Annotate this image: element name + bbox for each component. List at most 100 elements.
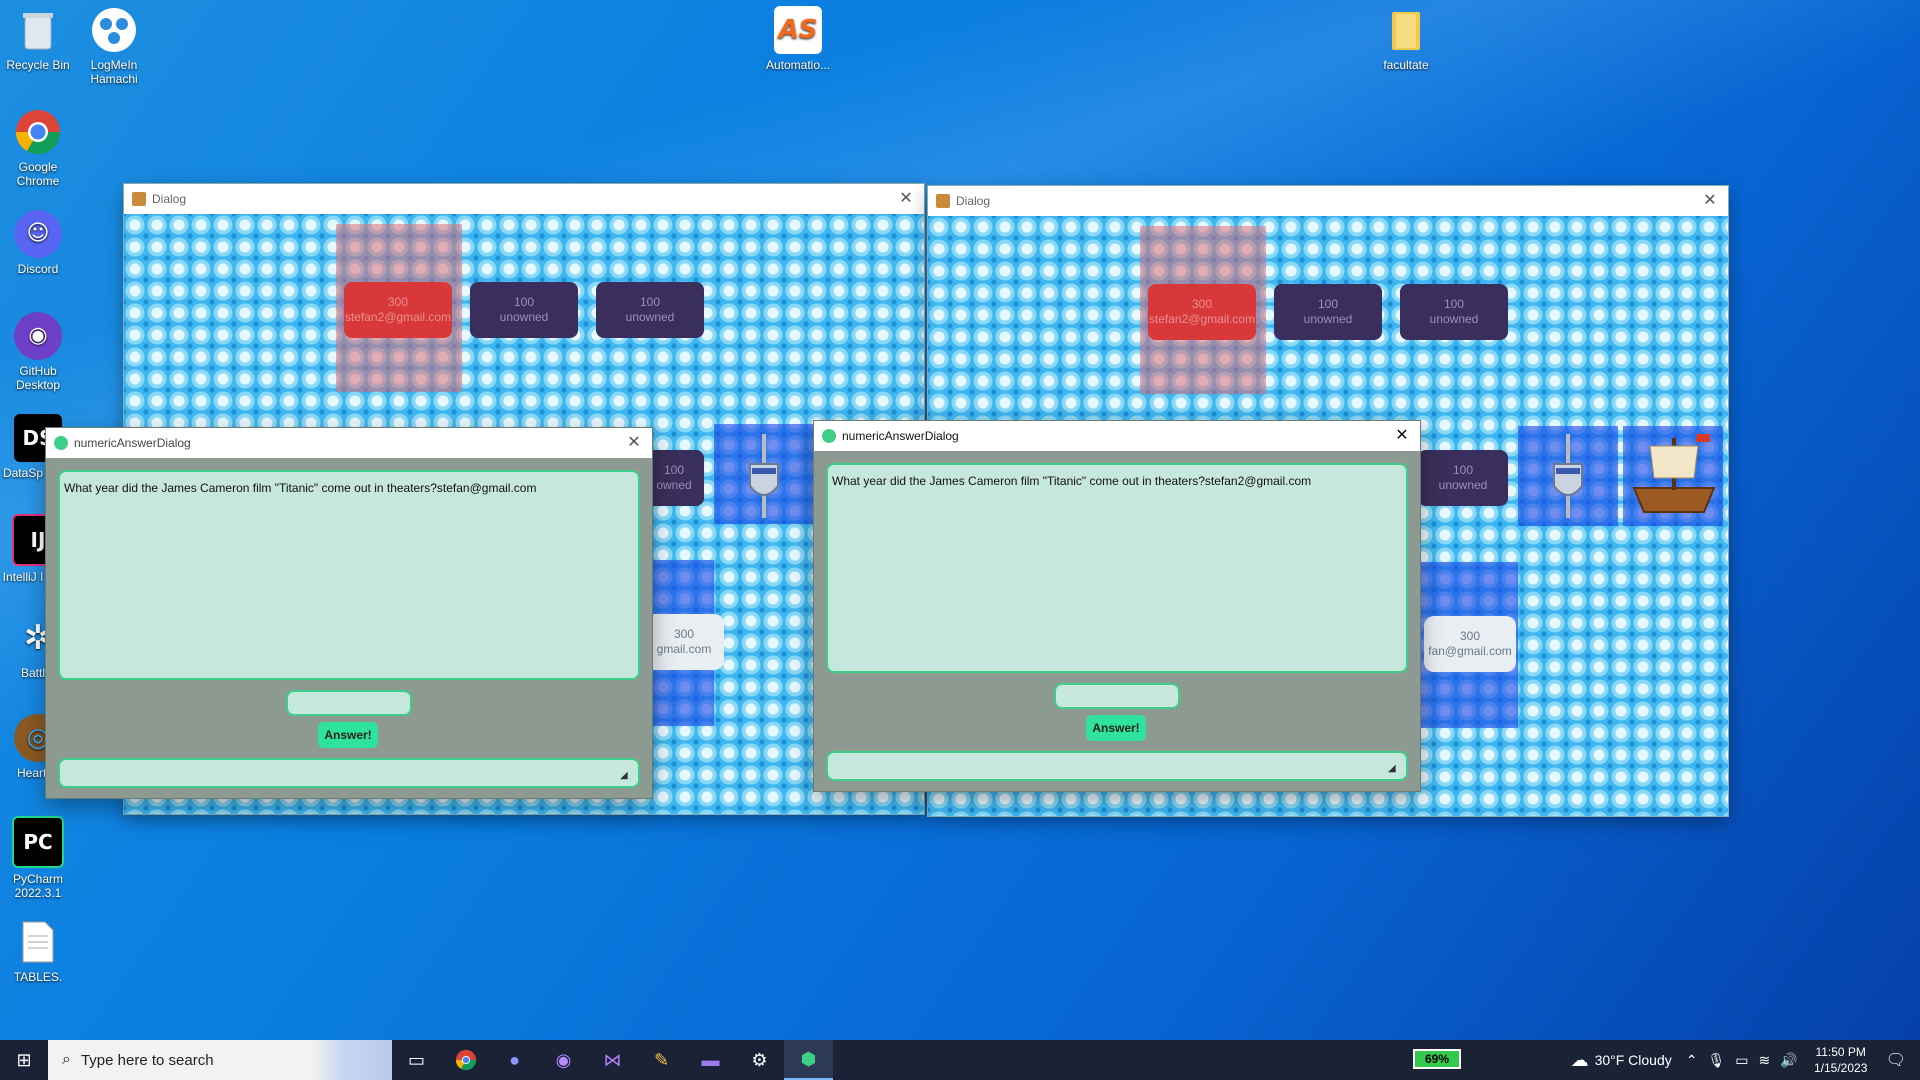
desktop-icon-automation[interactable]: AS Automatio...: [760, 6, 836, 72]
hamachi-icon: [90, 6, 138, 54]
settings-gear-icon[interactable]: ⚙: [735, 1040, 784, 1080]
numeric-answer-dialog-left[interactable]: numericAnswerDialog ✕ What year did the …: [46, 428, 652, 798]
property-tile[interactable]: 300 gmail.com: [644, 614, 724, 670]
ship-icon: [1628, 432, 1720, 522]
chrome-taskbar-icon[interactable]: [441, 1040, 490, 1080]
automation-icon: AS: [774, 6, 822, 54]
desktop-icon-discord[interactable]: ☺ Discord: [0, 210, 76, 276]
ship-app-icon: [936, 194, 950, 208]
property-tile[interactable]: 100 unowned: [1274, 284, 1382, 340]
desktop-icon-logmein-hamachi[interactable]: LogMeIn Hamachi: [76, 6, 152, 86]
clock-date: 1/15/2023: [1813, 1061, 1868, 1075]
windows-start-icon[interactable]: ⊞: [0, 1040, 48, 1080]
tile-owner: unowned: [1303, 312, 1353, 326]
tile-owner: stefan2@gmail.com: [1148, 312, 1256, 326]
dialog-title: numericAnswerDialog: [842, 429, 959, 443]
icon-label: GitHub Desktop: [15, 364, 61, 392]
desktop-icon-github-desktop[interactable]: ◉ GitHub Desktop: [0, 312, 76, 392]
icon-label: TABLES.: [13, 970, 63, 984]
tile-value: 100: [663, 463, 685, 477]
property-tile[interactable]: 300 stefan2@gmail.com: [344, 282, 452, 338]
resize-grip-icon[interactable]: ◢: [1388, 763, 1400, 775]
shield-sword-icon: [1548, 434, 1588, 518]
desktop-icon-google-chrome[interactable]: Google Chrome: [0, 108, 76, 188]
tile-owner: gmail.com: [656, 642, 712, 656]
question-textarea[interactable]: What year did the James Cameron film "Ti…: [58, 470, 640, 680]
tile-owner: fan@gmail.com: [1428, 644, 1512, 658]
bottom-text-field[interactable]: ◢: [826, 751, 1408, 781]
tile-value: 300: [1191, 297, 1213, 311]
chevron-up-icon[interactable]: ⌃: [1686, 1052, 1698, 1069]
recycle-bin-icon: [14, 6, 62, 54]
property-tile[interactable]: 100 unowned: [1418, 450, 1508, 506]
terminal-taskbar-icon[interactable]: ▬: [686, 1040, 735, 1080]
property-tile[interactable]: 100 unowned: [470, 282, 578, 338]
paint-taskbar-icon[interactable]: ✎: [637, 1040, 686, 1080]
close-icon[interactable]: ✕: [1700, 191, 1720, 211]
tile-value: 100: [1443, 297, 1465, 311]
tile-owner: unowned: [1438, 478, 1488, 492]
titlebar[interactable]: numericAnswerDialog ✕: [46, 428, 652, 458]
discord-icon: ☺: [14, 210, 62, 258]
titlebar[interactable]: Dialog ✕: [928, 186, 1728, 216]
close-icon[interactable]: ✕: [1392, 426, 1412, 446]
notification-icon[interactable]: 🗨: [1886, 1050, 1906, 1070]
game-app-taskbar-icon[interactable]: ⬢: [784, 1040, 833, 1080]
property-tile[interactable]: 300 fan@gmail.com: [1424, 616, 1516, 672]
github-taskbar-icon[interactable]: ◉: [539, 1040, 588, 1080]
icon-label: facultate: [1383, 58, 1429, 72]
question-textarea[interactable]: What year did the James Cameron film "Ti…: [826, 463, 1408, 673]
wifi-icon[interactable]: ≋: [1759, 1052, 1771, 1069]
icon-label: Discord: [17, 262, 59, 276]
battery-icon[interactable]: ▭: [1735, 1052, 1748, 1069]
tile-owner: owned: [656, 478, 692, 492]
tile-value: 100: [513, 295, 535, 309]
answer-input[interactable]: [1054, 683, 1180, 709]
system-tray: ☁ 30°F Cloudy ⌃ 🎙 ▭ ≋ 🔊 11:50 PM 1/15/20…: [1571, 1040, 1920, 1080]
tile-owner: unowned: [1429, 312, 1479, 326]
titlebar[interactable]: numericAnswerDialog ✕: [814, 421, 1420, 451]
battery-indicator[interactable]: 69%: [1413, 1049, 1461, 1069]
property-tile[interactable]: 100 unowned: [1400, 284, 1508, 340]
answer-button[interactable]: Answer!: [1086, 715, 1146, 741]
task-view-icon[interactable]: ▭: [392, 1040, 441, 1080]
bottom-text-field[interactable]: ◢: [58, 758, 640, 788]
tile-value: 100: [1317, 297, 1339, 311]
search-highlight-image: [312, 1040, 392, 1080]
desktop-icon-recycle-bin[interactable]: Recycle Bin: [0, 6, 76, 72]
icon-label: PyCharm 2022.3.1: [12, 872, 63, 900]
property-tile[interactable]: 100 owned: [644, 450, 704, 506]
pycharm-icon: PC: [12, 816, 64, 868]
close-icon[interactable]: ✕: [896, 189, 916, 209]
taskbar-search-box[interactable]: ⌕ Type here to search: [48, 1040, 392, 1080]
window-title: Dialog: [152, 192, 187, 206]
numeric-answer-dialog-right[interactable]: numericAnswerDialog ✕ What year did the …: [814, 421, 1420, 791]
tile-owner: stefan2@gmail.com: [344, 310, 452, 324]
desktop-icon-facultate[interactable]: facultate: [1368, 6, 1444, 72]
volume-icon[interactable]: 🔊: [1780, 1052, 1797, 1069]
icon-label: Recycle Bin: [6, 58, 70, 72]
shield-sword-icon: [744, 434, 784, 518]
window-title: Dialog: [956, 194, 991, 208]
visual-studio-taskbar-icon[interactable]: ⋈: [588, 1040, 637, 1080]
resize-grip-icon[interactable]: ◢: [620, 770, 632, 782]
answer-button[interactable]: Answer!: [318, 722, 378, 748]
close-icon[interactable]: ✕: [624, 433, 644, 453]
clock[interactable]: 11:50 PM 1/15/2023: [1806, 1044, 1876, 1076]
desktop-icon-pycharm[interactable]: PC PyCharm 2022.3.1: [0, 816, 76, 900]
weather-text[interactable]: 30°F Cloudy: [1595, 1052, 1672, 1068]
desktop-icon-tables[interactable]: TABLES.: [0, 918, 76, 984]
github-icon: ◉: [14, 312, 62, 360]
app-icon: [54, 436, 68, 450]
answer-input[interactable]: [286, 690, 412, 716]
discord-taskbar-icon[interactable]: ●: [490, 1040, 539, 1080]
clock-time: 11:50 PM: [1815, 1045, 1866, 1059]
microphone-icon[interactable]: 🎙: [1708, 1052, 1726, 1069]
document-icon: [14, 918, 62, 966]
app-icon: [822, 429, 836, 443]
titlebar[interactable]: Dialog ✕: [124, 184, 924, 214]
property-tile[interactable]: 300 stefan2@gmail.com: [1148, 284, 1256, 340]
property-tile[interactable]: 100 unowned: [596, 282, 704, 338]
tile-value: 300: [1459, 629, 1481, 643]
cloud-icon: ☁: [1570, 1049, 1589, 1070]
